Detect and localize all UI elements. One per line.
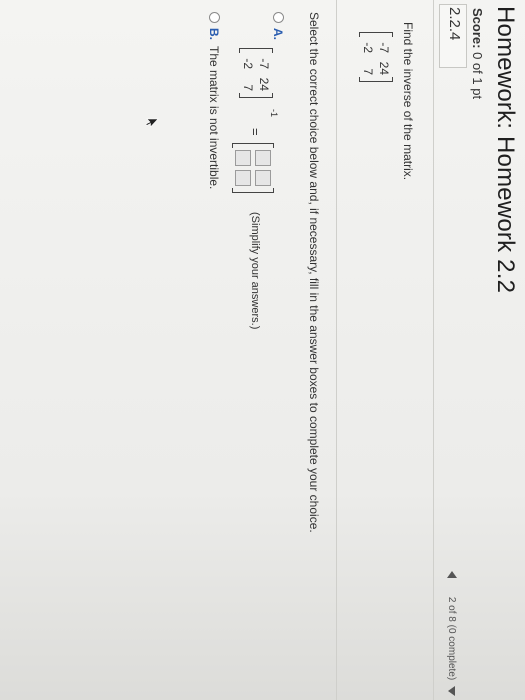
answer-matrix [232,143,274,193]
score-value: 0 of 1 pt [470,52,485,100]
matrix-cell: 24 [257,77,271,91]
inverse-exponent: -1 [269,109,279,118]
score-row: Score: 0 of 1 pt [470,8,485,99]
simplify-hint: (Simplify your answers.) [249,212,261,330]
matrix-cell: -2 [361,42,375,53]
equals-sign: = [248,128,263,136]
mouse-pointer-icon [145,118,159,128]
question-number: 2.2.4 [446,7,463,41]
answer-box-r2c1[interactable] [235,150,251,166]
question-navigator: 2 of 8 (0 complete) [446,571,457,696]
divider [336,0,337,700]
homework-page: Homework: Homework 2.2 Score: 0 of 1 pt … [0,0,525,700]
divider [433,0,434,700]
matrix-cell: 7 [241,84,255,91]
matrix-cell: -2 [241,58,255,69]
score-label: Score: [470,8,485,49]
previous-question-icon[interactable] [446,571,457,579]
matrix-cell: 7 [361,68,375,75]
matrix-cell: -7 [377,42,391,53]
answer-box-r2c2[interactable] [235,170,251,186]
page-title: Homework: Homework 2.2 [492,6,519,294]
answer-box-r1c2[interactable] [255,170,271,186]
choice-instruction: Select the correct choice below and, if … [307,12,321,533]
matrix-cell: -7 [257,58,271,69]
option-b-label[interactable]: B. [207,28,221,40]
option-b-radio[interactable] [209,12,220,23]
answer-box-r1c1[interactable] [255,150,271,166]
matrix-cell: 24 [377,61,391,75]
question-prompt: Find the inverse of the matrix. [401,22,415,181]
option-b-text[interactable]: The matrix is not invertible. [207,46,221,189]
given-matrix: -7 24 -2 7 [359,32,393,82]
question-progress: 2 of 8 (0 complete) [446,596,457,681]
option-a-matrix: -7 24 -2 7 [239,48,273,98]
option-a-radio[interactable] [273,12,284,23]
question-list-dropdown-icon[interactable] [448,686,456,696]
option-a-label[interactable]: A. [271,28,285,40]
